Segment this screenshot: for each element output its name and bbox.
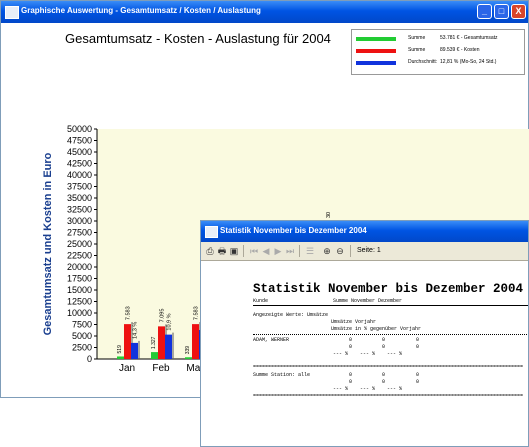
preview-toolbar: ⎙ 🖶 ▣ ⏮ ◀ ▶ ⏭ ☰ ⊕ ⊖ Seite: 1 — [201, 242, 528, 261]
toolbar-divider — [299, 245, 300, 257]
cell-value: 0 — [416, 337, 420, 343]
y-tick-label: 7500 — [72, 320, 92, 330]
section-line: Umsätze in % gegenüber Vorjahr — [331, 326, 422, 332]
y-tick-label: 17500 — [67, 274, 92, 284]
percent-row: --- % --- % --- % — [333, 386, 403, 392]
y-axis-label: Gesamtumsatz und Kosten in Euro — [42, 152, 54, 335]
prev-page-icon[interactable]: ◀ — [260, 245, 272, 257]
zoom-out-icon[interactable]: ⊖ — [334, 245, 346, 257]
data-label: 30 — [326, 212, 332, 218]
statistics-window: Statistik November bis Dezember 2004 ⎙ 🖶… — [200, 220, 529, 447]
last-page-icon[interactable]: ⏭ — [284, 245, 296, 257]
separator-line: ========================================… — [253, 393, 524, 399]
cell-value: 0 — [416, 344, 420, 350]
category-label: Feb — [152, 363, 170, 374]
section-line: Umsätze Vorjahr — [331, 319, 377, 325]
save-icon[interactable]: ▣ — [228, 245, 240, 257]
section-label: Angezeigte Werte: Umsätze — [253, 312, 329, 318]
y-tick-label: 27500 — [67, 228, 92, 238]
data-label: 1.327 — [151, 336, 157, 349]
bar-shadow — [172, 332, 174, 359]
y-tick-label: 20000 — [67, 262, 92, 272]
separator-line: ========================================… — [253, 364, 524, 370]
cell-value: 0 — [382, 379, 386, 385]
percent-row: --- % --- % --- % — [333, 351, 403, 357]
statistics-window-title: Statistik November bis Dezember 2004 — [220, 226, 367, 235]
customer-name: ADAM, WERNER — [253, 337, 290, 343]
search-icon[interactable]: ☰ — [304, 245, 316, 257]
data-label: 339 — [185, 346, 191, 355]
y-tick-label: 2500 — [72, 343, 92, 353]
y-tick-label: 5000 — [72, 331, 92, 341]
print-icon[interactable]: 🖶 — [216, 245, 228, 257]
data-label: 7.583 — [194, 306, 200, 320]
cell-value: 0 — [349, 372, 353, 378]
cell-value: 0 — [416, 372, 420, 378]
y-tick-label: 45000 — [67, 147, 92, 157]
report-title: Statistik November bis Dezember 2004 — [253, 282, 524, 296]
toolbar-divider — [350, 245, 351, 257]
y-tick-label: 42500 — [67, 159, 92, 169]
cell-value: 0 — [382, 337, 386, 343]
bar-shadow — [138, 340, 140, 359]
y-tick-label: 12500 — [67, 297, 92, 307]
y-tick-label: 25000 — [67, 239, 92, 249]
first-page-icon[interactable]: ⏮ — [248, 245, 260, 257]
y-tick-label: 32500 — [67, 205, 92, 215]
zoom-in-icon[interactable]: ⊕ — [321, 245, 333, 257]
y-tick-label: 10000 — [67, 308, 92, 318]
column-header-months: Summe November Dezember — [333, 298, 403, 304]
y-tick-label: 37500 — [67, 182, 92, 192]
total-label: Summe Station: alle — [253, 372, 311, 378]
cell-value: 0 — [416, 379, 420, 385]
cell-value: 0 — [349, 379, 353, 385]
report-page: Statistik November bis Dezember 2004 Kun… — [215, 269, 528, 445]
bar-jan-1 — [124, 324, 131, 359]
y-tick-label: 15000 — [67, 285, 92, 295]
cell-value: 0 — [382, 344, 386, 350]
y-tick-label: 35000 — [67, 193, 92, 203]
y-tick-label: 40000 — [67, 170, 92, 180]
header-rule — [253, 305, 528, 306]
bar-feb-1 — [158, 326, 165, 359]
y-tick-label: 22500 — [67, 251, 92, 261]
page-indicator: Seite: 1 — [357, 247, 381, 254]
bar-jan-2 — [131, 342, 138, 359]
app-icon — [205, 226, 218, 238]
data-label: 10,9 % — [167, 313, 173, 330]
y-tick-label: 30000 — [67, 216, 92, 226]
bar-feb-0 — [151, 352, 158, 359]
cell-value: 0 — [349, 344, 353, 350]
data-label: 14,3 % — [133, 322, 139, 339]
bar-mar-1 — [192, 324, 199, 359]
bar-mar-0 — [185, 357, 192, 359]
cell-value: 0 — [382, 372, 386, 378]
bar-jan-0 — [117, 356, 124, 359]
data-label: 7.583 — [126, 306, 132, 320]
statistics-window-titlebar[interactable]: Statistik November bis Dezember 2004 — [201, 221, 528, 242]
printer-setup-icon[interactable]: ⎙ — [204, 245, 216, 257]
divider — [253, 334, 528, 335]
toolbar-divider — [243, 245, 244, 257]
column-header-kunde: Kunde — [253, 298, 269, 304]
next-page-icon[interactable]: ▶ — [272, 245, 284, 257]
data-label: 519 — [117, 345, 123, 354]
y-tick-label: 47500 — [67, 136, 92, 146]
data-label: 7.095 — [160, 309, 166, 323]
cell-value: 0 — [349, 337, 353, 343]
category-label: Jan — [119, 363, 135, 374]
y-tick-label: 50000 — [67, 124, 92, 134]
bar-feb-2 — [165, 334, 172, 359]
y-tick-label: 0 — [87, 354, 92, 364]
